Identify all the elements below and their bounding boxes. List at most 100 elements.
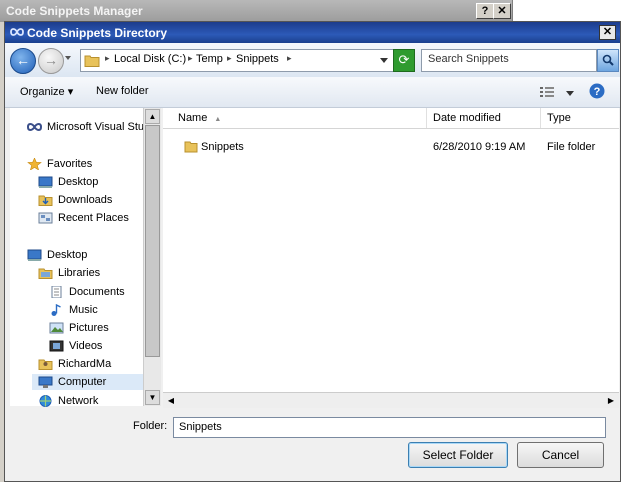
- refresh-button[interactable]: ⟳: [393, 49, 415, 72]
- nav-item-downloads[interactable]: Downloads: [38, 192, 112, 208]
- code-snippets-directory-dialog: Code Snippets Directory ✕ ← → ▸ Local Di…: [4, 21, 621, 482]
- breadcrumb-separator-icon: ▸: [287, 53, 292, 63]
- organize-button[interactable]: Organize ▾: [20, 85, 73, 98]
- nav-item-label: Desktop: [58, 176, 99, 188]
- computer-icon: [38, 376, 53, 389]
- network-icon: [39, 395, 52, 408]
- back-button[interactable]: ←: [10, 48, 36, 74]
- music-icon: [51, 304, 61, 317]
- horizontal-scrollbar[interactable]: ◀ ▶: [163, 392, 619, 408]
- folder-name-input[interactable]: Snippets: [173, 417, 606, 438]
- nav-item-label: Computer: [58, 376, 107, 388]
- nav-item-computer[interactable]: Computer: [32, 374, 154, 390]
- table-row[interactable]: Snippets 6/28/2010 9:19 AM File folder: [163, 138, 619, 158]
- new-folder-button[interactable]: New folder: [96, 85, 149, 97]
- column-header-label: Type: [547, 112, 571, 124]
- column-header-date-modified[interactable]: Date modified: [427, 108, 541, 128]
- file-date-modified: 6/28/2010 9:19 AM: [433, 141, 526, 153]
- folder-label: Folder:: [133, 420, 168, 432]
- breadcrumb-separator-icon: ▸: [105, 53, 110, 63]
- libraries-icon: [38, 268, 53, 280]
- parent-title-bar: Code Snippets Manager ? ✕: [0, 0, 512, 22]
- address-bar[interactable]: ▸ Local Disk (C:) ▸ Temp ▸ Snippets ▸: [80, 49, 402, 72]
- search-box[interactable]: Search Snippets: [421, 49, 597, 72]
- column-header-row: Name ▲ Date modified Type: [163, 108, 619, 129]
- nav-item-documents[interactable]: Documents: [49, 284, 125, 300]
- desktop-icon: [38, 176, 53, 189]
- nav-item-desktop-root[interactable]: Desktop: [27, 247, 87, 263]
- nav-item-videos[interactable]: Videos: [49, 338, 102, 354]
- nav-item-label: Libraries: [58, 267, 101, 279]
- videos-icon: [49, 340, 64, 352]
- pictures-icon: [49, 322, 64, 334]
- nav-item-recent-places[interactable]: Recent Places: [38, 210, 129, 226]
- scroll-down-icon[interactable]: ▼: [145, 390, 160, 405]
- scroll-left-icon[interactable]: ◀: [164, 394, 178, 407]
- nav-item-label: Favorites: [47, 158, 93, 170]
- breadcrumb-snippets[interactable]: Snippets: [236, 53, 279, 65]
- nav-item-label: Microsoft Visual Studi: [47, 121, 153, 133]
- view-dropdown-icon[interactable]: [566, 91, 574, 96]
- column-header-type[interactable]: Type: [541, 108, 619, 128]
- view-options-icon[interactable]: [540, 86, 554, 98]
- breadcrumb-separator-icon: ▸: [227, 53, 232, 63]
- nav-item-label: RichardMa: [58, 358, 112, 370]
- breadcrumb-separator-icon: ▸: [188, 53, 193, 63]
- scroll-thumb[interactable]: [145, 125, 160, 357]
- select-folder-button[interactable]: Select Folder: [408, 442, 508, 468]
- command-toolbar: Organize ▾ New folder ?: [5, 77, 620, 108]
- recent-places-icon: [38, 212, 53, 224]
- nav-item-music[interactable]: Music: [49, 302, 98, 318]
- desktop-icon: [27, 249, 42, 262]
- cancel-button[interactable]: Cancel: [517, 442, 604, 468]
- nav-item-network[interactable]: Network: [38, 393, 98, 409]
- nav-item-favorites[interactable]: Favorites: [27, 156, 92, 172]
- forward-arrow-icon: →: [44, 52, 58, 68]
- scroll-up-icon[interactable]: ▲: [145, 109, 160, 124]
- navigation-pane: Microsoft Visual Studi Favorites Desktop…: [10, 108, 161, 409]
- scroll-right-icon[interactable]: ▶: [604, 394, 618, 407]
- breadcrumb-temp[interactable]: Temp: [196, 53, 223, 65]
- nav-item-desktop[interactable]: Desktop: [38, 174, 98, 190]
- address-bar-area: ← → ▸ Local Disk (C:) ▸ Temp ▸ Snippets …: [5, 43, 620, 77]
- column-header-name[interactable]: Name ▲: [163, 108, 427, 128]
- folder-icon: [184, 141, 198, 153]
- user-icon: [38, 359, 53, 371]
- nav-item-libraries[interactable]: Libraries: [38, 265, 100, 281]
- nav-item-label: Music: [69, 304, 98, 316]
- back-arrow-icon: ←: [16, 52, 30, 68]
- column-header-label: Date modified: [433, 112, 501, 124]
- nav-item-label: Documents: [69, 286, 125, 298]
- search-button[interactable]: [597, 49, 619, 72]
- nav-item-label: Pictures: [69, 322, 109, 334]
- nav-item-label: Network: [58, 395, 99, 407]
- help-icon[interactable]: ?: [589, 83, 605, 99]
- help-button[interactable]: ?: [476, 3, 494, 19]
- navigation-scrollbar[interactable]: ▲ ▼: [143, 108, 161, 406]
- documents-icon: [51, 286, 62, 299]
- dialog-close-button[interactable]: ✕: [599, 25, 616, 40]
- nav-item-visual-studio[interactable]: Microsoft Visual Studi: [27, 119, 153, 135]
- nav-item-label: Desktop: [47, 249, 88, 261]
- downloads-icon: [38, 195, 53, 207]
- address-dropdown-icon[interactable]: [380, 58, 388, 63]
- nav-item-label: Downloads: [58, 194, 113, 206]
- recent-pages-chevron-icon[interactable]: [65, 56, 71, 60]
- dialog-title-bar: Code Snippets Directory ✕: [5, 22, 620, 43]
- search-input[interactable]: Search Snippets: [428, 53, 509, 65]
- nav-item-pictures[interactable]: Pictures: [49, 320, 109, 336]
- refresh-icon: ⟳: [398, 52, 410, 67]
- svg-text:?: ?: [594, 86, 601, 98]
- breadcrumb-local-disk[interactable]: Local Disk (C:): [114, 53, 186, 65]
- file-type: File folder: [547, 141, 596, 153]
- forward-button[interactable]: →: [38, 48, 64, 74]
- parent-close-button[interactable]: ✕: [493, 3, 511, 19]
- folder-icon: [84, 55, 100, 67]
- nav-item-richardma[interactable]: RichardMa: [38, 356, 111, 372]
- folder-name-value: Snippets: [179, 421, 222, 433]
- search-icon: [602, 54, 614, 66]
- file-list: Name ▲ Date modified Type Snippets 6/28/…: [163, 108, 619, 393]
- nav-item-label: Recent Places: [58, 212, 129, 224]
- star-icon: [27, 158, 42, 171]
- column-header-label: Name: [178, 112, 208, 124]
